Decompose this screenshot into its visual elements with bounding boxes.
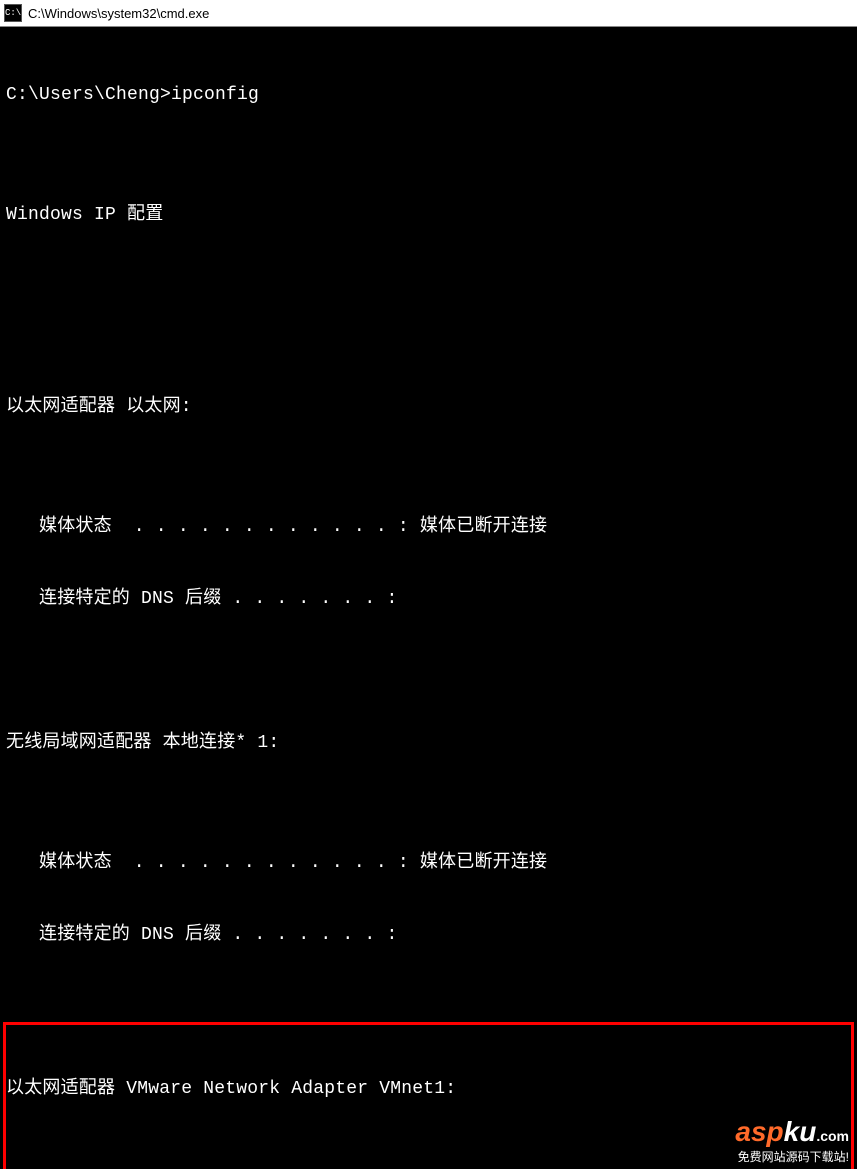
prompt-line: C:\Users\Cheng>ipconfig xyxy=(6,83,851,107)
adapter-wlan-local-media: 媒体状态 . . . . . . . . . . . . : 媒体已断开连接 xyxy=(6,851,851,875)
adapter-wlan-local-dns: 连接特定的 DNS 后缀 . . . . . . . : xyxy=(6,923,851,947)
ipconfig-header: Windows IP 配置 xyxy=(6,203,851,227)
highlight-vmnet1: 以太网适配器 VMware Network Adapter VMnet1: 连接… xyxy=(3,1022,854,1169)
adapter-ethernet-dns: 连接特定的 DNS 后缀 . . . . . . . : xyxy=(6,587,851,611)
adapter-ethernet-media: 媒体状态 . . . . . . . . . . . . : 媒体已断开连接 xyxy=(6,515,851,539)
watermark-com: .com xyxy=(816,1128,849,1144)
watermark-ku: ku xyxy=(784,1116,817,1147)
window-title: C:\Windows\system32\cmd.exe xyxy=(28,6,209,21)
adapter-wlan-local-title: 无线局域网适配器 本地连接* 1: xyxy=(6,731,851,755)
adapter-ethernet-title: 以太网适配器 以太网: xyxy=(6,395,851,419)
terminal-output[interactable]: C:\Users\Cheng>ipconfig Windows IP 配置 以太… xyxy=(0,27,857,1169)
watermark-logo: aspku.com xyxy=(735,1118,849,1146)
watermark: aspku.com 免费网站源码下载站! xyxy=(735,1118,849,1165)
cmd-icon: C:\. xyxy=(4,4,22,22)
window-titlebar[interactable]: C:\. C:\Windows\system32\cmd.exe xyxy=(0,0,857,27)
watermark-sub: 免费网站源码下载站! xyxy=(735,1148,849,1165)
watermark-asp: asp xyxy=(735,1116,783,1147)
adapter-vmnet1-title: 以太网适配器 VMware Network Adapter VMnet1: xyxy=(6,1077,851,1101)
